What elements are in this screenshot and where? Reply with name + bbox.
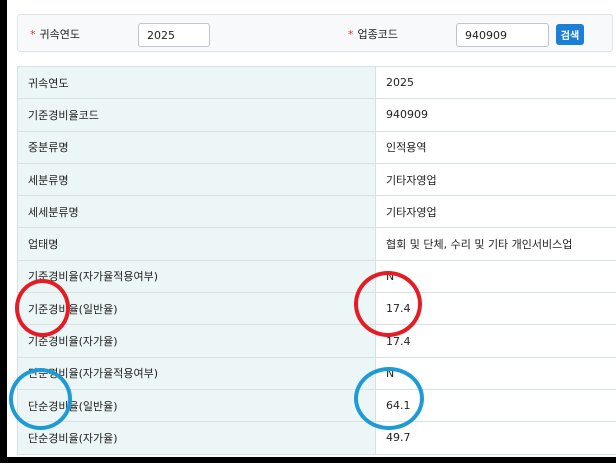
- table-row: 기준경비율(자가율) 17.4: [17, 324, 616, 358]
- window-edge: [0, 0, 7, 463]
- red-annotation-circle: [354, 271, 422, 337]
- row-label: 세분류명: [17, 162, 376, 197]
- row-value: 2025: [375, 65, 616, 100]
- expense-rate-table: 귀속연도 2025 기준경비율코드 940909 중분류명 인적용역 세분류명 기타자영업 세세…: [17, 65, 616, 455]
- table-row: 업태명 협회 및 단체, 수리 및 기타 개인서비스업: [17, 227, 616, 261]
- row-label: 기준경비율코드: [17, 98, 376, 132]
- row-label: 귀속연도: [17, 65, 376, 100]
- row-label: 기준경비율(일반율): [17, 292, 376, 326]
- search-button[interactable]: 검색: [556, 24, 584, 45]
- table-row: 기준경비율코드 940909: [17, 98, 616, 132]
- blue-annotation-circle: [9, 368, 72, 430]
- row-value: 17.4: [375, 324, 616, 358]
- row-label: 단순경비율(자가율): [17, 421, 376, 455]
- required-mark: *: [348, 28, 354, 41]
- table-row: 기준경비율(일반율) 17.4: [17, 292, 616, 326]
- table-row: 귀속연도 2025: [17, 65, 616, 100]
- page-content: *귀속연도 *업종코드 검색 귀속연도2025기준경비율코드940909중분류명…: [7, 0, 616, 457]
- row-value: 기타자영업: [375, 162, 616, 197]
- table-row: 기준경비율(자가율적용여부) N: [17, 259, 616, 294]
- required-mark: *: [30, 28, 36, 41]
- table-row: 단순경비율(자가율적용여부) N: [17, 356, 616, 390]
- code-label: * 업종코드: [348, 26, 398, 42]
- row-label: 단순경비율(자가율적용여부): [17, 356, 376, 390]
- row-value: 기타자영업: [375, 195, 616, 229]
- table-row: 중분류명 인적용역: [17, 130, 616, 164]
- row-label: 기준경비율(자가율): [17, 324, 376, 358]
- year-label: * 귀속연도: [30, 26, 80, 42]
- year-label-text: 귀속연도: [39, 28, 80, 41]
- table-row: 단순경비율(자가율) 49.7: [17, 421, 616, 455]
- row-label: 세세분류명: [17, 195, 376, 229]
- row-value: 협회 및 단체, 수리 및 기타 개인서비스업: [375, 227, 616, 261]
- red-annotation-circle: [15, 279, 70, 337]
- search-bar: *귀속연도 *업종코드 검색: [17, 14, 613, 52]
- table-row: 세세분류명 기타자영업: [17, 195, 616, 229]
- row-label: 업태명: [17, 227, 376, 261]
- industry-code-input[interactable]: [456, 23, 549, 47]
- year-input[interactable]: [138, 23, 210, 47]
- window-edge: [0, 457, 616, 463]
- row-value: 940909: [375, 98, 616, 132]
- row-value: 인적용역: [375, 130, 616, 164]
- row-label: 중분류명: [17, 130, 376, 164]
- blue-annotation-circle: [354, 367, 424, 430]
- row-value: 49.7: [375, 421, 616, 455]
- table-row: 단순경비율(일반율) 64.1: [17, 388, 616, 423]
- table-row: 세분류명 기타자영업: [17, 162, 616, 197]
- row-label: 기준경비율(자가율적용여부): [17, 259, 376, 294]
- code-label-text: 업종코드: [357, 28, 398, 41]
